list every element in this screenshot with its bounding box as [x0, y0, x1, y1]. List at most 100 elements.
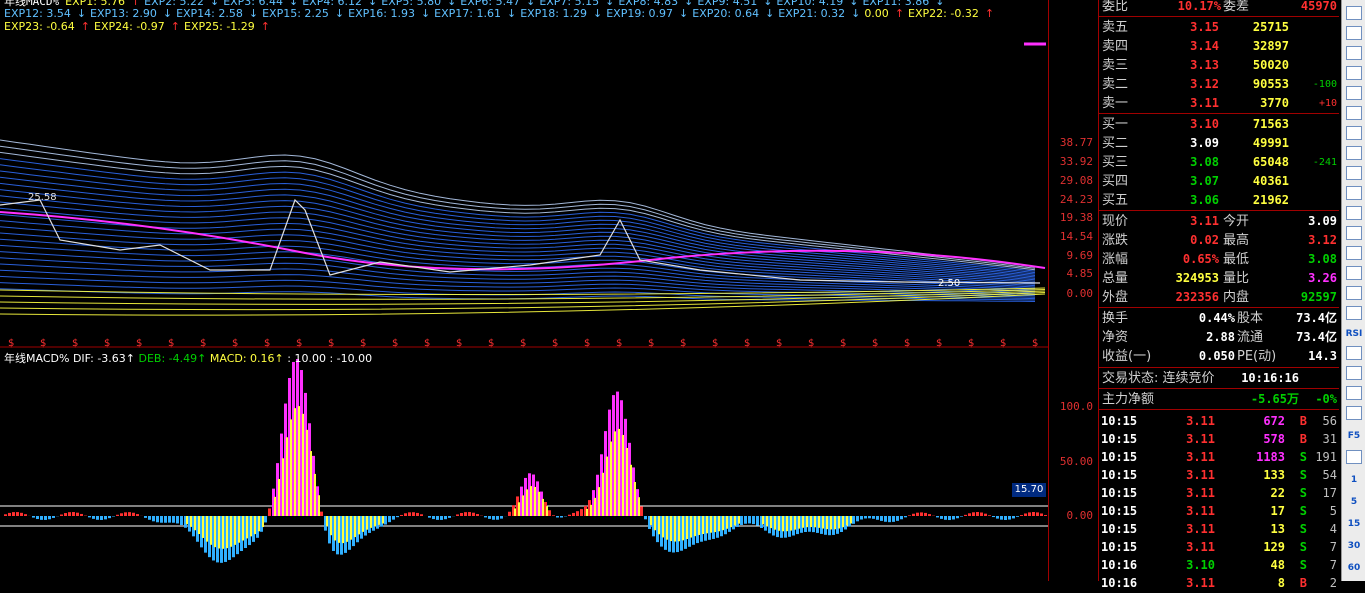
toolbar-icon[interactable] — [1346, 386, 1362, 400]
toolbar-icon[interactable] — [1346, 26, 1362, 40]
divider — [1099, 409, 1339, 410]
stat-label: 涨跌 — [1102, 231, 1128, 250]
macd-bar-y — [222, 516, 224, 549]
macd-bar-y — [378, 516, 380, 525]
tick-row: 10:163.118B2 — [1099, 574, 1339, 593]
divider — [1099, 388, 1339, 389]
macd-bar — [880, 516, 883, 521]
macd-value: MACD: 0.16↑ — [210, 352, 284, 365]
toolbar-icon[interactable] — [1346, 46, 1362, 60]
macd-bar-y — [774, 516, 776, 530]
macd-bar — [980, 512, 983, 516]
ratio-label: 委比 — [1102, 0, 1128, 16]
toolbar-button[interactable]: F5 — [1345, 428, 1363, 444]
macd-bar-y — [738, 516, 740, 524]
stat-value: 3.11 — [1149, 212, 1219, 231]
stat-value: 3.08 — [1269, 250, 1337, 269]
toolbar-icon[interactable] — [1346, 366, 1362, 380]
macd-bar — [400, 515, 403, 516]
macd-bar-y — [342, 516, 344, 543]
toolbar-icon[interactable] — [1346, 146, 1362, 160]
toolbar-icon[interactable] — [1346, 246, 1362, 260]
status-row: 交易状态: 连续竞价10:16:16 — [1099, 369, 1339, 388]
signal-marker: $ — [104, 338, 110, 349]
toolbar-button[interactable]: 60 — [1345, 560, 1363, 576]
macd-bar — [744, 516, 747, 524]
divider — [1099, 210, 1339, 211]
macd-bar-y — [298, 406, 300, 516]
macd-bar-y — [826, 516, 828, 529]
stat-value: 0.02 — [1149, 231, 1219, 250]
macd-bar-y — [786, 516, 788, 531]
macd-bar-y — [534, 487, 536, 516]
macd-bar — [412, 512, 415, 516]
macd-bar-y — [766, 516, 768, 526]
ratio-value: 10.17% — [1159, 0, 1221, 16]
macd-bar-y — [238, 516, 240, 543]
toolbar-icon[interactable] — [1346, 86, 1362, 100]
toolbar-icon[interactable] — [1346, 306, 1362, 320]
tick-volume: 672 — [1239, 412, 1285, 431]
fan-line — [0, 183, 1035, 277]
macd-bar-y — [302, 414, 304, 516]
toolbar-icon[interactable] — [1346, 406, 1362, 420]
macd-bar — [24, 514, 27, 516]
macd-bar — [1044, 515, 1047, 516]
macd-bar — [916, 513, 919, 516]
macd-bar-y — [334, 516, 336, 540]
macd-bar — [132, 513, 135, 516]
toolbar-button[interactable]: 30 — [1345, 538, 1363, 554]
toolbar-button[interactable]: 5 — [1345, 494, 1363, 510]
toolbar-icon[interactable] — [1346, 450, 1362, 464]
signal-marker: $ — [8, 338, 14, 349]
toolbar-button[interactable]: RSI — [1345, 326, 1363, 342]
macd-bar — [428, 516, 431, 518]
chart-area[interactable]: $$$$$$$$$$$$$$$$$$$$$$$$$$$$$$$$$ 年线MACD… — [0, 0, 1048, 581]
kline-svg[interactable]: $$$$$$$$$$$$$$$$$$$$$$$$$$$$$$$$$ — [0, 0, 1048, 581]
stat-label: 现价 — [1102, 212, 1128, 231]
macd-bar-y — [262, 516, 264, 527]
divider — [1099, 367, 1339, 368]
macd-bar-y — [658, 516, 660, 534]
macd-bar — [432, 516, 435, 519]
toolbar-icon[interactable] — [1346, 166, 1362, 180]
macd-bar — [924, 513, 927, 516]
toolbar-icon[interactable] — [1346, 286, 1362, 300]
tick-count: 191 — [1311, 448, 1337, 467]
macd-bar — [68, 512, 71, 516]
toolbar-icon[interactable] — [1346, 186, 1362, 200]
tick-volume: 578 — [1239, 430, 1285, 449]
toolbar-button[interactable]: 15 — [1345, 516, 1363, 532]
toolbar-icon[interactable] — [1346, 226, 1362, 240]
macd-bar-y — [670, 516, 672, 541]
macd-bar-y — [850, 516, 852, 523]
macd-bar-y — [730, 516, 732, 527]
toolbar-icon[interactable] — [1346, 206, 1362, 220]
toolbar-icon[interactable] — [1346, 6, 1362, 20]
toolbar-button[interactable]: 1 — [1345, 472, 1363, 488]
toolbar-icon[interactable] — [1346, 266, 1362, 280]
bid-level-label: 买四 — [1102, 172, 1128, 191]
macd-bar-y — [326, 516, 328, 526]
tick-count: 7 — [1311, 538, 1337, 557]
macd-bar — [992, 516, 995, 517]
toolbar-icon[interactable] — [1346, 126, 1362, 140]
tick-count: 56 — [1311, 412, 1337, 431]
macd-bar — [392, 516, 395, 520]
macd-bar-y — [662, 516, 664, 537]
toolbar-icon[interactable] — [1346, 346, 1362, 360]
macd-bar-y — [282, 458, 284, 516]
macd-bar-y — [358, 516, 360, 534]
stat-row: 总量324953量比3.26 — [1099, 269, 1339, 288]
toolbar-icon[interactable] — [1346, 66, 1362, 80]
toolbar-icon[interactable] — [1346, 106, 1362, 120]
macd-bar — [168, 516, 171, 523]
macd-bar-y — [542, 499, 544, 516]
macd-bar — [936, 516, 939, 517]
macd-bar — [444, 516, 447, 519]
signal-marker: $ — [648, 338, 654, 349]
macd-bar — [164, 516, 167, 523]
signal-marker: $ — [168, 338, 174, 349]
legend-item: EXP21: 0.32 — [778, 7, 845, 20]
macd-bar — [968, 513, 971, 516]
